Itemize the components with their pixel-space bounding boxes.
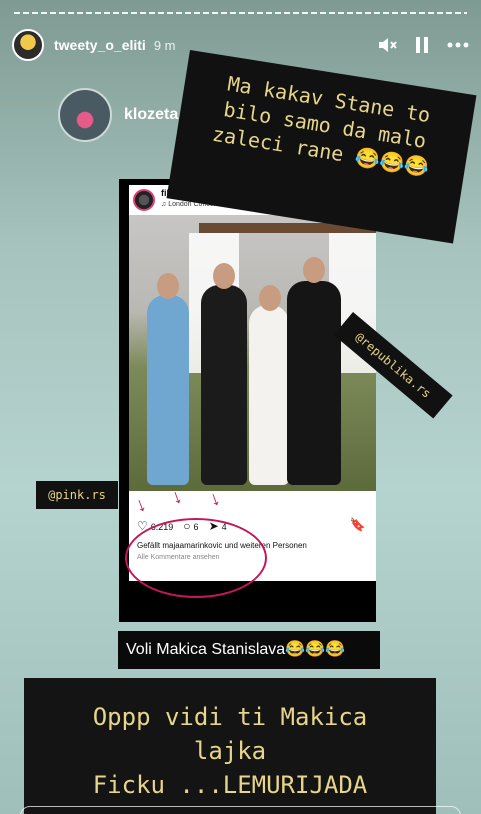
avatar[interactable] [12, 29, 44, 61]
story-time: 9 m [153, 37, 176, 53]
pause-icon[interactable] [415, 36, 429, 54]
head [157, 273, 179, 299]
more-icon[interactable] [447, 42, 469, 48]
person-bride [249, 305, 289, 485]
shared-story-avatar [58, 88, 112, 142]
head [259, 285, 281, 311]
highlight-circle [125, 518, 267, 598]
story-username[interactable]: tweety_o_eliti [54, 37, 146, 53]
reply-input[interactable] [20, 806, 461, 814]
post-avatar [133, 189, 155, 211]
shared-story-username: klozeta [124, 106, 179, 123]
caption-voli: Voli Makica Stanislava😂😂😂 [118, 631, 380, 669]
story-header: tweety_o_eliti 9 m [12, 28, 469, 62]
wedding-photo [129, 215, 376, 491]
head [213, 263, 235, 289]
person-black-outfit [287, 281, 341, 485]
bookmark-icon[interactable]: 🔖 [350, 517, 366, 533]
header-controls [377, 36, 469, 54]
story-progress-bar [14, 12, 467, 14]
person-black-suit [201, 285, 247, 485]
caption-pink-tag[interactable]: @pink.rs [36, 481, 118, 509]
person-blue-dress [147, 295, 189, 485]
mute-icon[interactable] [377, 36, 397, 54]
caption-bottom: Oppp vidi ti Makica lajka Ficku ...LEMUR… [24, 678, 436, 814]
head [303, 257, 325, 283]
